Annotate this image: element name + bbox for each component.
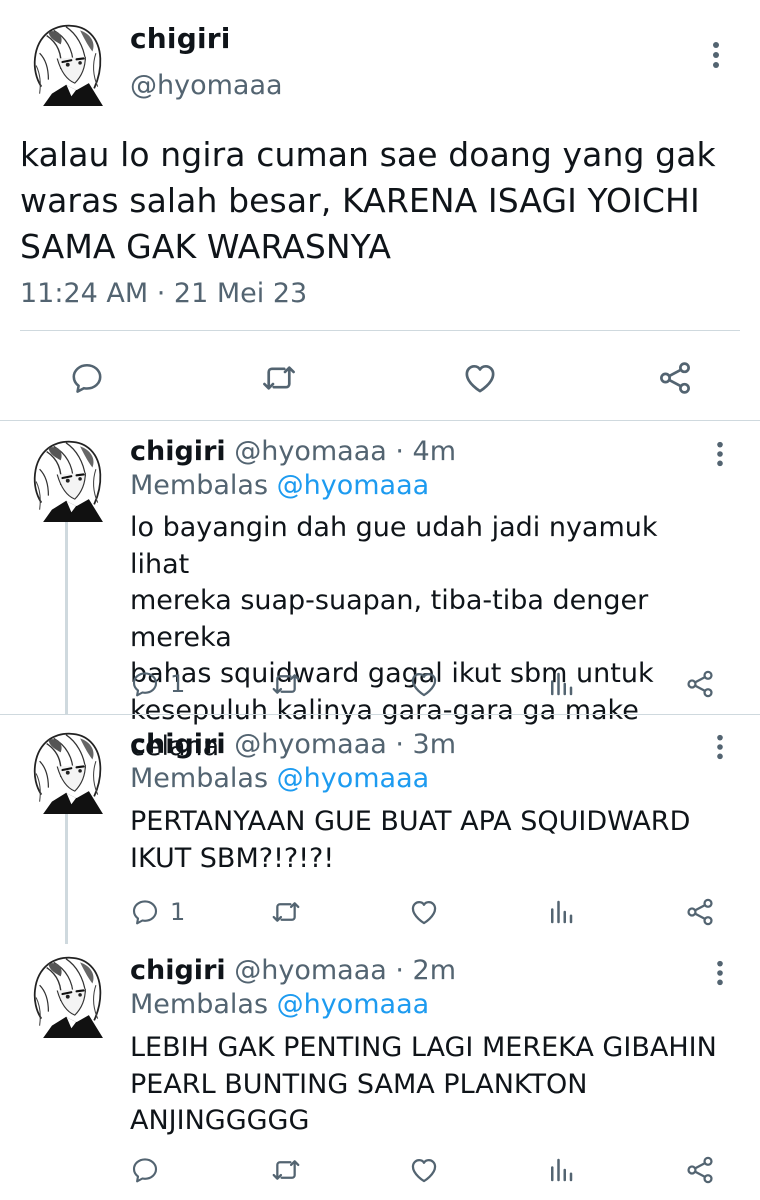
author-display-name[interactable]: chigiri xyxy=(130,955,226,986)
more-options-icon[interactable] xyxy=(708,729,732,765)
author-handle[interactable]: @hyomaaa xyxy=(130,70,283,101)
share-icon[interactable] xyxy=(684,664,716,704)
avatar[interactable] xyxy=(22,726,110,814)
analytics-icon[interactable] xyxy=(546,1150,576,1190)
thread-line xyxy=(65,520,68,715)
like-icon[interactable] xyxy=(408,892,440,932)
like-icon[interactable] xyxy=(460,358,500,398)
divider xyxy=(0,714,760,715)
reply-button[interactable]: 1 xyxy=(130,892,185,932)
replying-to: Membalas @hyomaaa xyxy=(130,763,429,794)
author-display-name[interactable]: chigiri xyxy=(130,436,226,467)
more-options-icon[interactable] xyxy=(708,436,732,472)
divider xyxy=(20,330,740,331)
thread-line xyxy=(65,814,68,944)
author-display-name[interactable]: chigiri xyxy=(130,729,226,760)
reply-icon xyxy=(130,669,160,699)
reply-text: LEBIH GAK PENTING LAGI MEREKA GIBAHIN PE… xyxy=(130,1032,717,1136)
analytics-icon[interactable] xyxy=(546,664,576,704)
reply-count: 1 xyxy=(170,898,186,926)
like-icon[interactable] xyxy=(408,1150,440,1190)
avatar[interactable] xyxy=(22,950,110,1038)
tweet-timestamp[interactable]: 11:24 AM · 21 Mei 23 xyxy=(20,278,307,309)
reply-icon[interactable] xyxy=(67,358,107,398)
author-display-name[interactable]: chigiri xyxy=(130,22,231,55)
retweet-icon[interactable] xyxy=(270,1150,302,1190)
mention-link[interactable]: @hyomaaa xyxy=(277,763,430,794)
reply-text: lo bayangin dah gue udah jadi nyamuk lih… xyxy=(130,512,658,762)
mention-link[interactable]: @hyomaaa xyxy=(277,470,430,501)
reply-icon xyxy=(130,897,160,927)
avatar[interactable] xyxy=(22,434,110,522)
author-handle-time[interactable]: @hyomaaa · 4m xyxy=(234,436,456,467)
avatar[interactable] xyxy=(22,18,110,106)
like-icon[interactable] xyxy=(408,664,440,704)
retweet-icon[interactable] xyxy=(259,358,299,398)
mention-link[interactable]: @hyomaaa xyxy=(277,989,430,1020)
reply-header: chigiri @hyomaaa · 3m xyxy=(130,729,456,760)
replying-label: Membalas xyxy=(130,470,269,501)
more-options-icon[interactable] xyxy=(704,36,728,76)
author-handle-time[interactable]: @hyomaaa · 2m xyxy=(234,955,456,986)
analytics-icon[interactable] xyxy=(546,892,576,932)
replying-to: Membalas @hyomaaa xyxy=(130,989,429,1020)
share-icon[interactable] xyxy=(655,358,695,398)
reply-header: chigiri @hyomaaa · 4m xyxy=(130,436,456,467)
reply-button[interactable]: 1 xyxy=(130,664,185,704)
retweet-icon[interactable] xyxy=(270,892,302,932)
divider xyxy=(0,420,760,421)
replying-label: Membalas xyxy=(130,763,269,794)
replying-label: Membalas xyxy=(130,989,269,1020)
tweet-text: kalau lo ngira cuman sae doang yang gak … xyxy=(20,135,727,266)
share-icon[interactable] xyxy=(684,1150,716,1190)
reply-button[interactable] xyxy=(130,1150,170,1190)
reply-header: chigiri @hyomaaa · 2m xyxy=(130,955,456,986)
replying-to: Membalas @hyomaaa xyxy=(130,470,429,501)
retweet-icon[interactable] xyxy=(270,664,302,704)
reply-text: PERTANYAAN GUE BUAT APA SQUIDWARD IKUT S… xyxy=(130,806,691,874)
more-options-icon[interactable] xyxy=(708,955,732,991)
reply-count: 1 xyxy=(170,670,186,698)
share-icon[interactable] xyxy=(684,892,716,932)
reply-icon xyxy=(130,1155,160,1185)
author-handle-time[interactable]: @hyomaaa · 3m xyxy=(234,729,456,760)
